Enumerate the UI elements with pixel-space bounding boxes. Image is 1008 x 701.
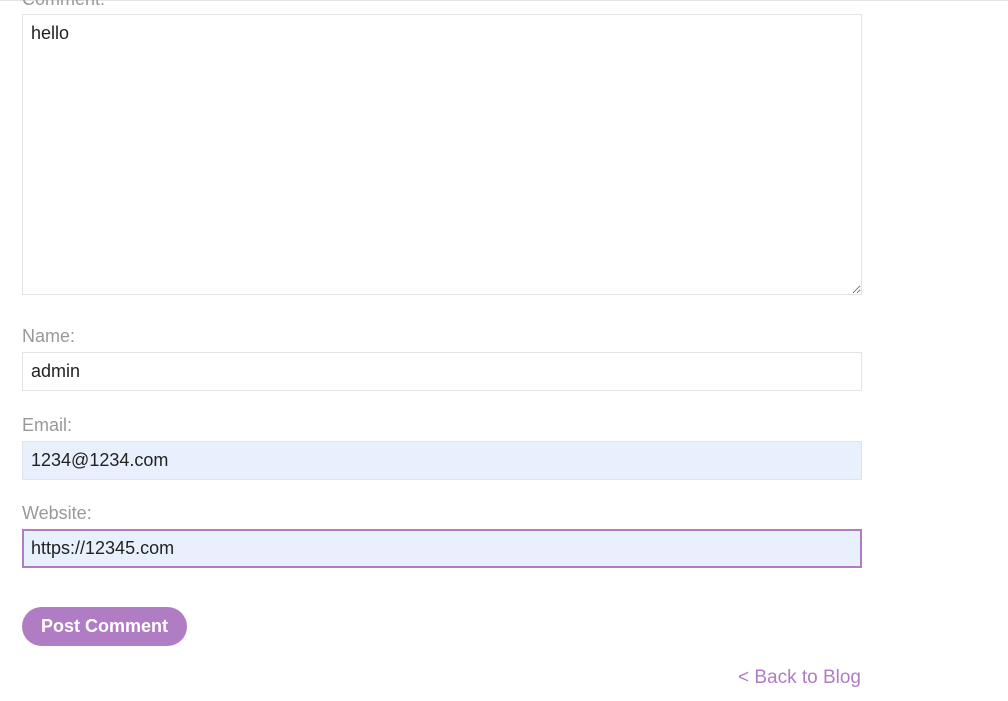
comment-label: Comment: [22, 0, 105, 9]
name-input[interactable] [22, 352, 862, 391]
comment-textarea[interactable]: hello [22, 14, 862, 295]
email-label: Email: [22, 415, 73, 435]
top-divider [0, 0, 1008, 1]
post-comment-button[interactable]: Post Comment [22, 607, 188, 646]
website-label: Website: [22, 503, 92, 523]
email-input[interactable] [22, 441, 862, 480]
website-input[interactable] [22, 529, 862, 568]
back-to-blog-link[interactable]: < Back to Blog [738, 667, 861, 689]
name-label: Name: [22, 326, 76, 346]
